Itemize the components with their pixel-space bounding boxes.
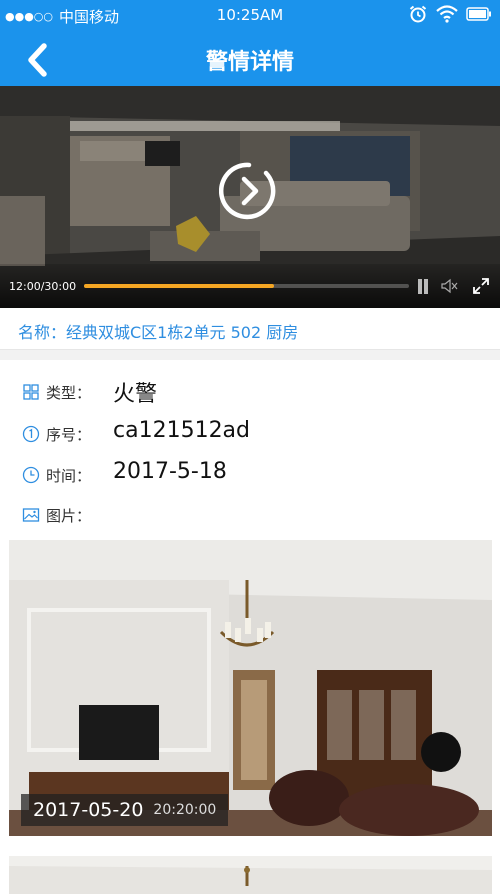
serial-field: 序号： ca121512ad — [22, 418, 482, 448]
play-button[interactable] — [218, 161, 279, 221]
image-icon — [22, 508, 40, 522]
room-photo-image — [9, 540, 492, 836]
clock-icon — [22, 466, 40, 484]
app-header: ●●●○○ 中国移动 10:25AM 警情详情 — [0, 0, 500, 86]
alarm-details: 类型： 火警 序号： ca121512ad 时间： 2017-5-18 图片： — [0, 360, 500, 894]
type-value: 火警 — [113, 382, 158, 407]
time-value: 2017-5-18 — [113, 459, 227, 484]
type-field: 类型： 火警 — [22, 376, 482, 407]
time-readout: 12:00/30:00 — [9, 280, 77, 293]
video-player[interactable]: 12:00/30:00 — [0, 86, 500, 308]
number-one-icon — [22, 425, 40, 443]
type-label: 类型： — [46, 384, 92, 402]
battery-icon — [466, 7, 492, 25]
images-field: 图片： — [22, 499, 482, 529]
wifi-icon — [436, 5, 458, 27]
pause-button[interactable] — [414, 276, 434, 296]
grid-icon — [23, 384, 39, 400]
photo-time: 20:20:00 — [153, 802, 217, 818]
location-name: 名称：经典双城C区1栋2单元 502 厨房 — [18, 323, 299, 342]
status-icons — [408, 4, 492, 28]
mute-icon — [441, 278, 458, 294]
play-icon — [218, 162, 276, 220]
page-title: 警情详情 — [205, 50, 294, 75]
serial-value: ca121512ad — [113, 418, 251, 443]
alarm-photo[interactable]: 2017-05-20 20:20:00 — [9, 540, 492, 836]
pause-icon — [418, 279, 428, 294]
alarm-icon — [408, 4, 428, 28]
time-label: 时间： — [46, 467, 92, 485]
location-name-row: 名称：经典双城C区1栋2单元 502 厨房 — [0, 308, 500, 350]
video-controls: 12:00/30:00 — [0, 264, 500, 308]
progress-fill — [84, 284, 275, 288]
photo-date: 2017-05-20 — [33, 799, 144, 821]
nav-bar: 警情详情 — [0, 32, 500, 86]
images-label: 图片： — [46, 507, 92, 525]
time-field: 时间： 2017-5-18 — [22, 459, 482, 489]
fullscreen-button[interactable] — [471, 276, 491, 296]
fullscreen-icon — [473, 278, 489, 294]
status-bar: ●●●○○ 中国移动 10:25AM — [0, 0, 500, 32]
photo-timestamp: 2017-05-20 20:20:00 — [21, 794, 229, 826]
mute-button[interactable] — [440, 276, 460, 296]
serial-label: 序号： — [46, 426, 92, 444]
progress-bar[interactable] — [84, 284, 409, 288]
alarm-photo[interactable] — [9, 856, 492, 894]
room-photo-image — [9, 856, 492, 894]
